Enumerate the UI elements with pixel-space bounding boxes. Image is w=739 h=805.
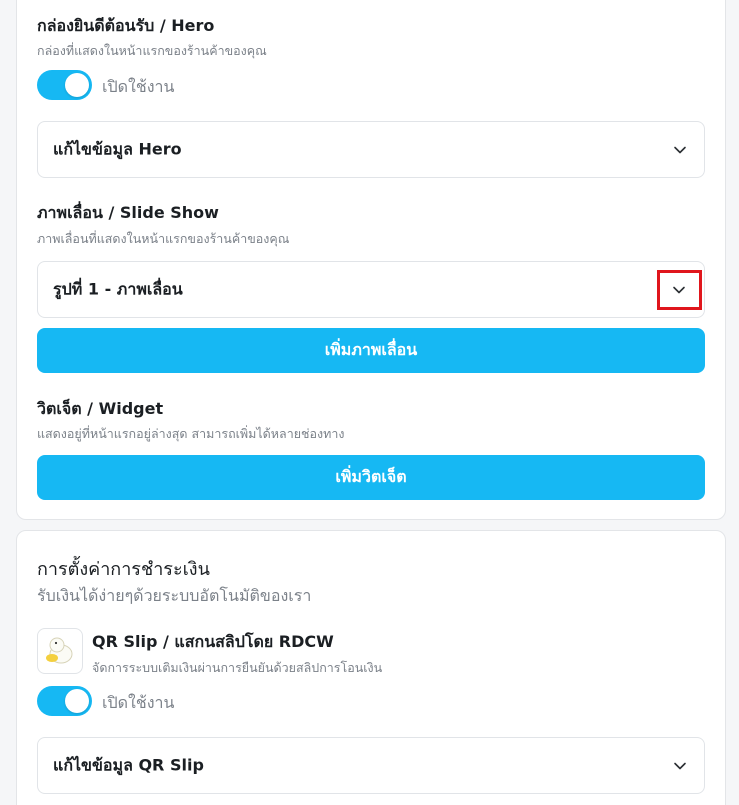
slide-item-accordion[interactable]: รูปที่ 1 - ภาพเลื่อน [37, 261, 705, 318]
chevron-highlight-box[interactable] [657, 269, 702, 310]
widget-description: แสดงอยู่ที่หน้าแรกอยู่ล่างสุด สามารถเพิ่… [37, 426, 345, 441]
payment-subtitle: รับเงินได้ง่ายๆด้วยระบบอัตโนมัติของเรา [37, 586, 312, 605]
toggle-knob [65, 73, 89, 97]
add-slide-button[interactable]: เพิ่มภาพเลื่อน [37, 328, 705, 373]
qr-slip-edit-accordion[interactable]: แก้ไขข้อมูล QR Slip [37, 737, 705, 794]
add-widget-button[interactable]: เพิ่มวิตเจ็ต [37, 455, 705, 500]
chevron-down-icon [674, 762, 686, 769]
provider-name: QR Slip / แสกนสลิปโดย RDCW [92, 632, 334, 651]
hero-toggle[interactable] [37, 70, 92, 100]
slideshow-title: ภาพเลื่อน / Slide Show [37, 203, 219, 222]
qr-slip-edit-label: แก้ไขข้อมูล QR Slip [53, 755, 204, 774]
payment-settings-card: การตั้งค่าการชำระเงิน รับเงินได้ง่ายๆด้ว… [16, 530, 726, 805]
settings-page: กล่องยินดีต้อนรับ / Hero กล่องที่แสดงในห… [0, 0, 739, 805]
duck-icon [46, 637, 73, 664]
hero-toggle-label: เปิดใช้งาน [102, 77, 175, 96]
widget-title: วิตเจ็ต / Widget [37, 399, 164, 418]
payment-title: การตั้งค่าการชำระเงิน [37, 559, 210, 580]
hero-edit-accordion[interactable]: แก้ไขข้อมูล Hero [37, 121, 705, 178]
slideshow-description: ภาพเลื่อนที่แสดงในหน้าแรกของร้านค้าของคุ… [37, 231, 290, 246]
chevron-down-icon [674, 146, 686, 153]
homepage-settings-card: กล่องยินดีต้อนรับ / Hero กล่องที่แสดงในห… [16, 0, 726, 520]
hero-title: กล่องยินดีต้อนรับ / Hero [37, 16, 215, 35]
qr-slip-toggle[interactable] [37, 686, 92, 716]
qr-slip-toggle-label: เปิดใช้งาน [102, 693, 175, 712]
hero-edit-label: แก้ไขข้อมูล Hero [53, 139, 182, 158]
hero-description: กล่องที่แสดงในหน้าแรกของร้านค้าของคุณ [37, 43, 267, 58]
provider-description: จัดการระบบเติมเงินผ่านการยืนยันด้วยสลิปก… [92, 660, 383, 675]
toggle-knob [65, 689, 89, 713]
duck-logo-icon [37, 628, 83, 674]
slide-item-label: รูปที่ 1 - ภาพเลื่อน [53, 279, 183, 298]
chevron-down-icon [673, 286, 685, 293]
